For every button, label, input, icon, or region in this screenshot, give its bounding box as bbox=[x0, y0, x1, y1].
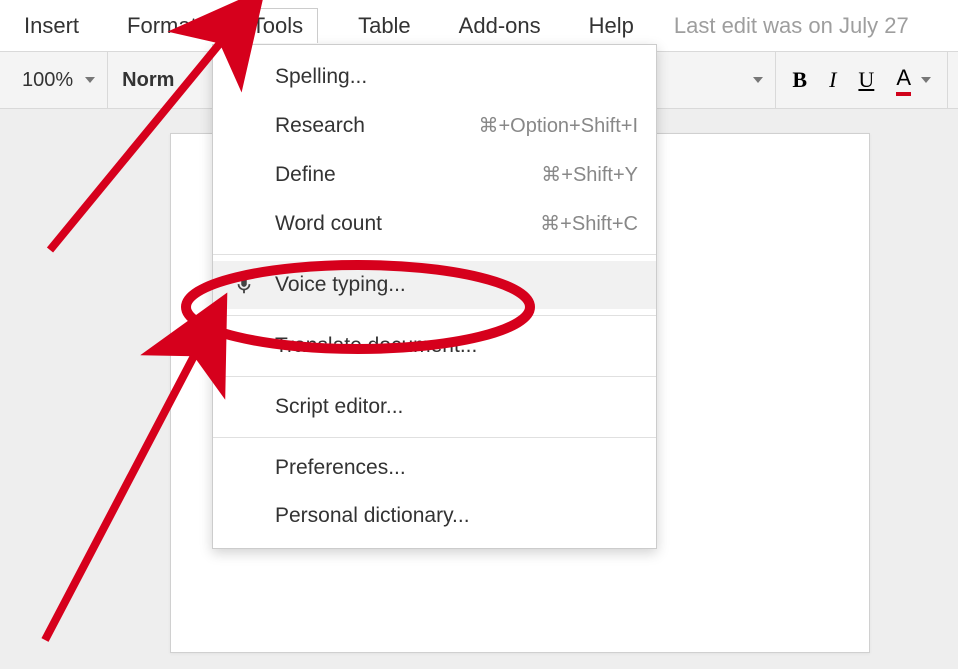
italic-button[interactable]: I bbox=[829, 67, 836, 93]
zoom-value: 100% bbox=[22, 69, 73, 92]
menu-item-translate[interactable]: Translate document... bbox=[213, 322, 656, 370]
menu-item-label: Define bbox=[275, 163, 336, 187]
menu-item-personal-dictionary[interactable]: Personal dictionary... bbox=[213, 492, 656, 540]
menu-item-define[interactable]: Define ⌘+Shift+Y bbox=[213, 150, 656, 199]
chevron-down-icon bbox=[753, 77, 763, 83]
menu-item-label: Research bbox=[275, 114, 365, 138]
last-edit-text[interactable]: Last edit was on July 27 bbox=[674, 13, 909, 39]
paragraph-style-value: Norm bbox=[122, 69, 174, 92]
menu-insert[interactable]: Insert bbox=[16, 9, 87, 43]
menu-item-label: Translate document... bbox=[275, 334, 477, 358]
chevron-down-icon bbox=[85, 77, 95, 83]
menu-item-label: Word count bbox=[275, 212, 382, 236]
menu-separator bbox=[213, 315, 656, 316]
chevron-down-icon bbox=[921, 77, 931, 83]
menu-item-preferences[interactable]: Preferences... bbox=[213, 444, 656, 492]
toolbar-dropdown[interactable] bbox=[741, 52, 776, 108]
menu-tools[interactable]: Tools bbox=[237, 8, 318, 43]
menu-item-label: Preferences... bbox=[275, 456, 406, 480]
menu-item-shortcut: ⌘+Option+Shift+I bbox=[478, 113, 638, 138]
paragraph-style-selector[interactable]: Norm bbox=[108, 69, 188, 92]
menu-help[interactable]: Help bbox=[581, 9, 642, 43]
zoom-selector[interactable]: 100% bbox=[10, 52, 108, 108]
menu-item-label: Voice typing... bbox=[275, 273, 406, 297]
menu-item-shortcut: ⌘+Shift+C bbox=[540, 211, 638, 236]
menu-item-script-editor[interactable]: Script editor... bbox=[213, 383, 656, 431]
text-color-button[interactable]: A bbox=[896, 65, 931, 96]
text-color-label: A bbox=[896, 65, 911, 96]
bold-button[interactable]: B bbox=[792, 67, 807, 93]
menu-addons[interactable]: Add-ons bbox=[451, 9, 549, 43]
menu-item-label: Script editor... bbox=[275, 395, 403, 419]
menu-item-label: Spelling... bbox=[275, 65, 367, 89]
menu-item-spelling[interactable]: Spelling... bbox=[213, 53, 656, 101]
underline-button[interactable]: U bbox=[858, 67, 874, 93]
menu-table[interactable]: Table bbox=[350, 9, 419, 43]
menu-separator bbox=[213, 376, 656, 377]
menu-item-word-count[interactable]: Word count ⌘+Shift+C bbox=[213, 199, 656, 248]
menu-item-shortcut: ⌘+Shift+Y bbox=[541, 162, 638, 187]
menu-format[interactable]: Format bbox=[119, 9, 205, 43]
menu-item-voice-typing[interactable]: Voice typing... bbox=[213, 261, 656, 309]
menu-separator bbox=[213, 437, 656, 438]
menu-separator bbox=[213, 254, 656, 255]
menu-item-research[interactable]: Research ⌘+Option+Shift+I bbox=[213, 101, 656, 150]
menu-item-label: Personal dictionary... bbox=[275, 504, 470, 528]
microphone-icon bbox=[233, 274, 255, 296]
tools-dropdown: Spelling... Research ⌘+Option+Shift+I De… bbox=[212, 44, 657, 549]
